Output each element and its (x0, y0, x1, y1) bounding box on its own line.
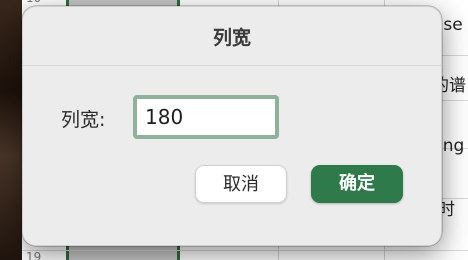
row-number: 10 (26, 0, 41, 5)
column-width-input[interactable] (133, 95, 279, 139)
desktop-background (0, 0, 22, 260)
title-divider (23, 65, 441, 66)
row-gridline (22, 250, 468, 251)
column-width-label: 列宽: (61, 109, 106, 131)
dialog-title: 列宽 (212, 27, 251, 49)
row-number: 19 (26, 250, 42, 260)
cancel-button[interactable]: 取消 (195, 165, 287, 203)
ok-button[interactable]: 确定 (311, 165, 403, 203)
column-width-dialog: 列宽 列宽: 取消 确定 (22, 6, 442, 246)
